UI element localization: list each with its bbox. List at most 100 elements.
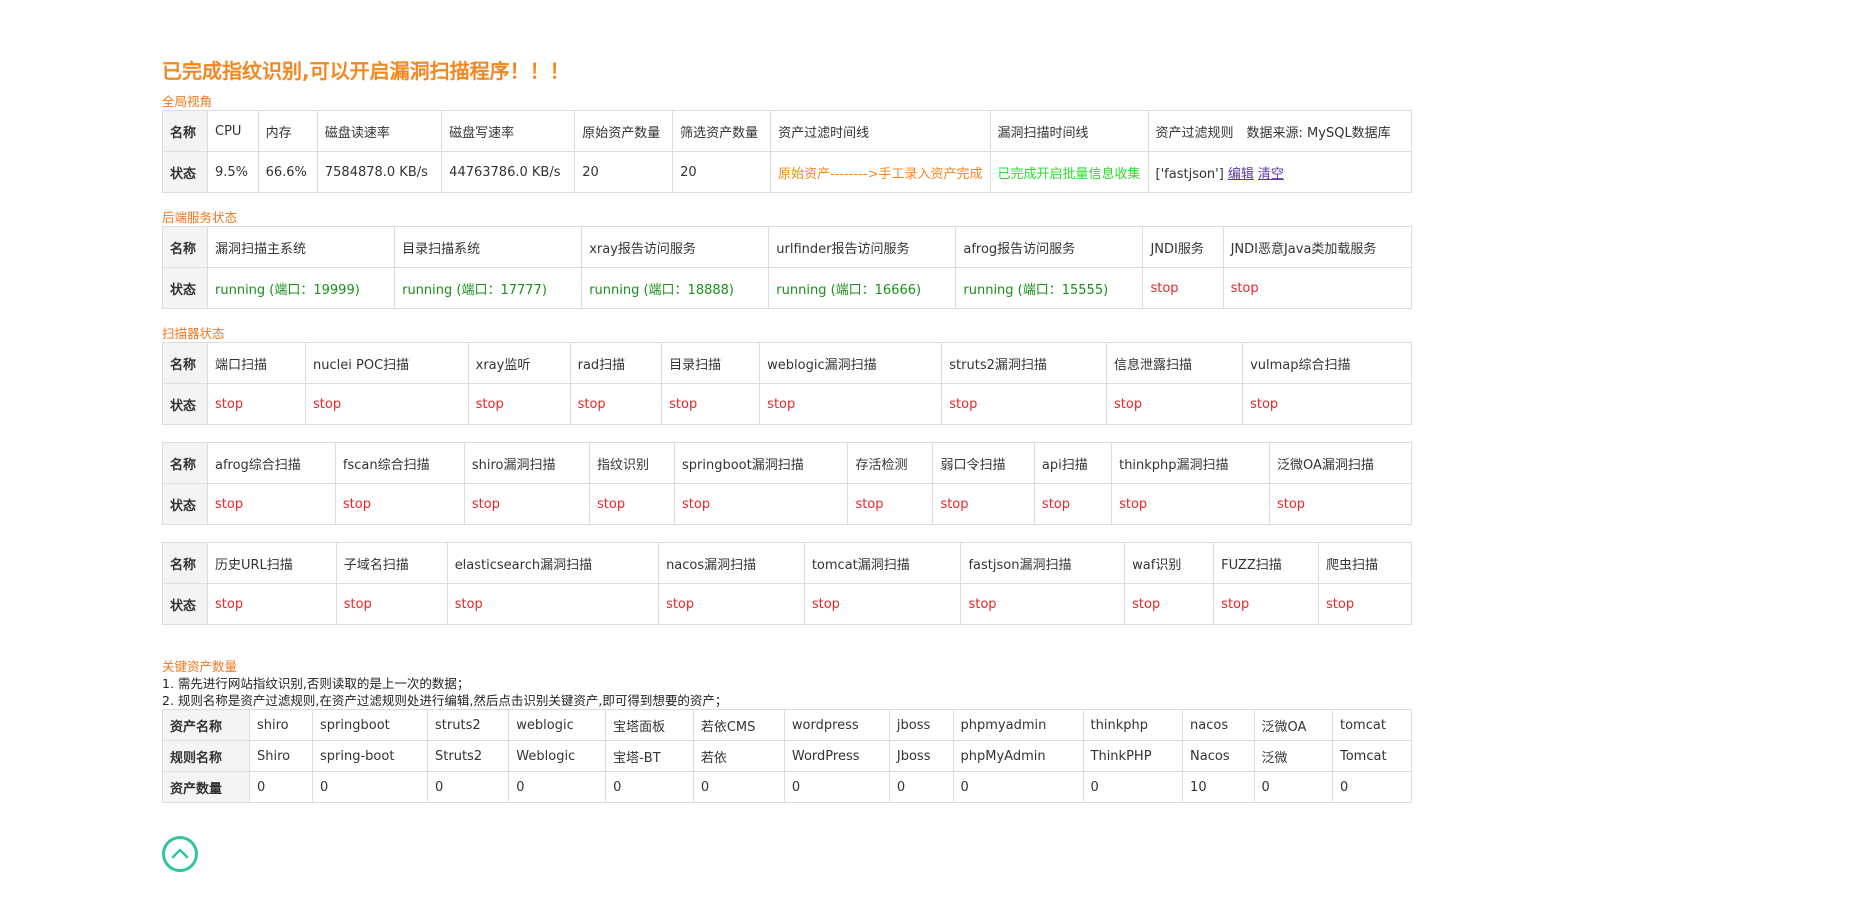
rule-name: Nacos bbox=[1182, 740, 1255, 772]
scanner-name: xray监听 bbox=[467, 342, 571, 384]
rule-name: 泛微 bbox=[1253, 740, 1333, 772]
scanner-name: afrog综合扫描 bbox=[207, 442, 336, 484]
asset-count: 0 bbox=[508, 771, 607, 803]
scanner-name: springboot漏洞扫描 bbox=[673, 442, 849, 484]
scanner-name: nacos漏洞扫描 bbox=[658, 542, 805, 584]
scanner-status: stop bbox=[463, 483, 591, 525]
row-header-rule-name: 规则名称 bbox=[162, 740, 250, 772]
cpu-value: 9.5% bbox=[207, 151, 259, 193]
scanner-status: stop bbox=[206, 383, 307, 425]
asset-name: jboss bbox=[888, 709, 954, 741]
scanner-status: stop bbox=[446, 583, 660, 625]
dashboard: 已完成指纹识别,可以开启漏洞扫描程序！！！ 全局视角 名称 CPU 内存 磁盘读… bbox=[162, 56, 1413, 803]
scanner-status: stop bbox=[207, 483, 336, 525]
asset-count: 0 bbox=[605, 771, 694, 803]
table-row: 名称 afrog综合扫描 fscan综合扫描 shiro漏洞扫描 指纹识别 sp… bbox=[162, 442, 1413, 484]
rule-name: Tomcat bbox=[1332, 740, 1412, 772]
page-title: 已完成指纹识别,可以开启漏洞扫描程序！！！ bbox=[162, 59, 570, 83]
rule-name: spring-boot bbox=[312, 740, 429, 772]
asset-count: 0 bbox=[1253, 771, 1333, 803]
row-header-status: 状态 bbox=[162, 383, 208, 425]
scanner-name: waf识别 bbox=[1124, 542, 1215, 584]
asset-name: nacos bbox=[1182, 709, 1255, 741]
asset-name: 泛微OA bbox=[1253, 709, 1333, 741]
edit-rule-link[interactable]: 编辑 bbox=[1228, 167, 1254, 182]
scanner-name: 目录扫描 bbox=[661, 342, 761, 384]
raw-assets-value: 20 bbox=[574, 151, 674, 193]
scan-timeline-value: 已完成开启批量信息收集 bbox=[989, 151, 1149, 193]
scanner-status: stop bbox=[1124, 583, 1215, 625]
asset-count: 0 bbox=[888, 771, 954, 803]
scanner-name: 信息泄露扫描 bbox=[1105, 342, 1244, 384]
table-row: 状态 stop stop stop stop stop stop stop st… bbox=[162, 383, 1412, 425]
asset-name: thinkphp bbox=[1082, 709, 1184, 741]
scanner-name: 指纹识别 bbox=[589, 442, 675, 484]
scanner-status: stop bbox=[759, 383, 943, 425]
scanner-status: stop bbox=[803, 583, 962, 625]
scanner-status: stop bbox=[207, 583, 337, 625]
back-to-top-button[interactable] bbox=[162, 836, 198, 872]
col-disk-write: 磁盘写速率 bbox=[441, 110, 576, 152]
scanner-status: stop bbox=[941, 383, 1107, 425]
scanner-name: 历史URL扫描 bbox=[207, 542, 337, 584]
table-row: 资产名称 shiro springboot struts2 weblogic 宝… bbox=[162, 709, 1412, 741]
scanner-name: vulmap综合扫描 bbox=[1242, 342, 1412, 384]
row-header-status: 状态 bbox=[162, 151, 208, 193]
scanner-status: stop bbox=[847, 483, 934, 525]
scanner-status: stop bbox=[589, 483, 675, 525]
service-status: running (端口：19999) bbox=[206, 267, 396, 309]
rule-name: 若依 bbox=[692, 740, 785, 772]
backend-table: 名称 漏洞扫描主系统 目录扫描系统 xray报告访问服务 urlfinder报告… bbox=[162, 226, 1413, 309]
scanner-status: stop bbox=[335, 583, 448, 625]
table-row: 名称 CPU 内存 磁盘读速率 磁盘写速率 原始资产数量 筛选资产数量 资产过滤… bbox=[162, 110, 1413, 152]
asset-count: 0 bbox=[312, 771, 429, 803]
filter-rule-cell: ['fastjson'] 编辑 清空 bbox=[1147, 151, 1413, 193]
row-header-name: 名称 bbox=[162, 442, 208, 484]
asset-count: 0 bbox=[692, 771, 785, 803]
scanner-name: 弱口令扫描 bbox=[932, 442, 1035, 484]
table-row: 规则名称 Shiro spring-boot Struts2 Weblogic … bbox=[162, 740, 1412, 772]
row-header-asset-name: 资产名称 bbox=[162, 709, 250, 741]
table-row: 资产数量 0 0 0 0 0 0 0 0 0 0 10 0 0 bbox=[162, 771, 1412, 803]
scanner-status: stop bbox=[661, 383, 761, 425]
rule-name: phpMyAdmin bbox=[952, 740, 1084, 772]
asset-name: tomcat bbox=[1332, 709, 1412, 741]
filter-timeline-value: 原始资产-------->手工录入资产完成 bbox=[770, 151, 991, 193]
table-row: 状态 stop stop stop stop stop stop stop st… bbox=[162, 583, 1412, 625]
scanner-status: stop bbox=[1213, 583, 1319, 625]
asset-name: 宝塔面板 bbox=[605, 709, 694, 741]
asset-name: phpmyadmin bbox=[952, 709, 1084, 741]
filtered-assets-value: 20 bbox=[672, 151, 772, 193]
scanner-name: nuclei POC扫描 bbox=[305, 342, 469, 384]
rule-name: 宝塔-BT bbox=[605, 740, 694, 772]
scanner-status: stop bbox=[467, 383, 571, 425]
table-row: 状态 stop stop stop stop stop stop stop st… bbox=[162, 483, 1413, 525]
key-assets-table: 资产名称 shiro springboot struts2 weblogic 宝… bbox=[162, 709, 1412, 803]
service-name: xray报告访问服务 bbox=[581, 226, 770, 268]
rule-name: ThinkPHP bbox=[1082, 740, 1184, 772]
scanner-name: fastjson漏洞扫描 bbox=[960, 542, 1126, 584]
service-name: 漏洞扫描主系统 bbox=[206, 226, 396, 268]
row-header-name: 名称 bbox=[162, 110, 208, 152]
service-status: running (端口：18888) bbox=[581, 267, 770, 309]
asset-name: struts2 bbox=[427, 709, 510, 741]
global-table: 名称 CPU 内存 磁盘读速率 磁盘写速率 原始资产数量 筛选资产数量 资产过滤… bbox=[162, 110, 1413, 193]
service-name: afrog报告访问服务 bbox=[955, 226, 1144, 268]
col-filter-timeline: 资产过滤时间线 bbox=[770, 110, 991, 152]
key-assets-note-1: 1. 需先进行网站指纹识别,否则读取的是上一次的数据； bbox=[162, 676, 470, 691]
row-header-status: 状态 bbox=[162, 267, 208, 309]
scanner-name: struts2漏洞扫描 bbox=[941, 342, 1107, 384]
col-filtered-assets: 筛选资产数量 bbox=[672, 110, 772, 152]
scanner-status: stop bbox=[569, 383, 663, 425]
scanner-name: FUZZ扫描 bbox=[1213, 542, 1319, 584]
asset-count: 0 bbox=[1082, 771, 1184, 803]
rule-name: Jboss bbox=[888, 740, 954, 772]
memory-value: 66.6% bbox=[257, 151, 318, 193]
clear-rule-link[interactable]: 清空 bbox=[1258, 167, 1284, 182]
asset-name: wordpress bbox=[783, 709, 890, 741]
scanner-status: stop bbox=[658, 583, 805, 625]
col-memory: 内存 bbox=[257, 110, 318, 152]
scanner-status: stop bbox=[1033, 483, 1113, 525]
scanner-status: stop bbox=[1318, 583, 1412, 625]
scanner-name: 泛微OA漏洞扫描 bbox=[1268, 442, 1413, 484]
